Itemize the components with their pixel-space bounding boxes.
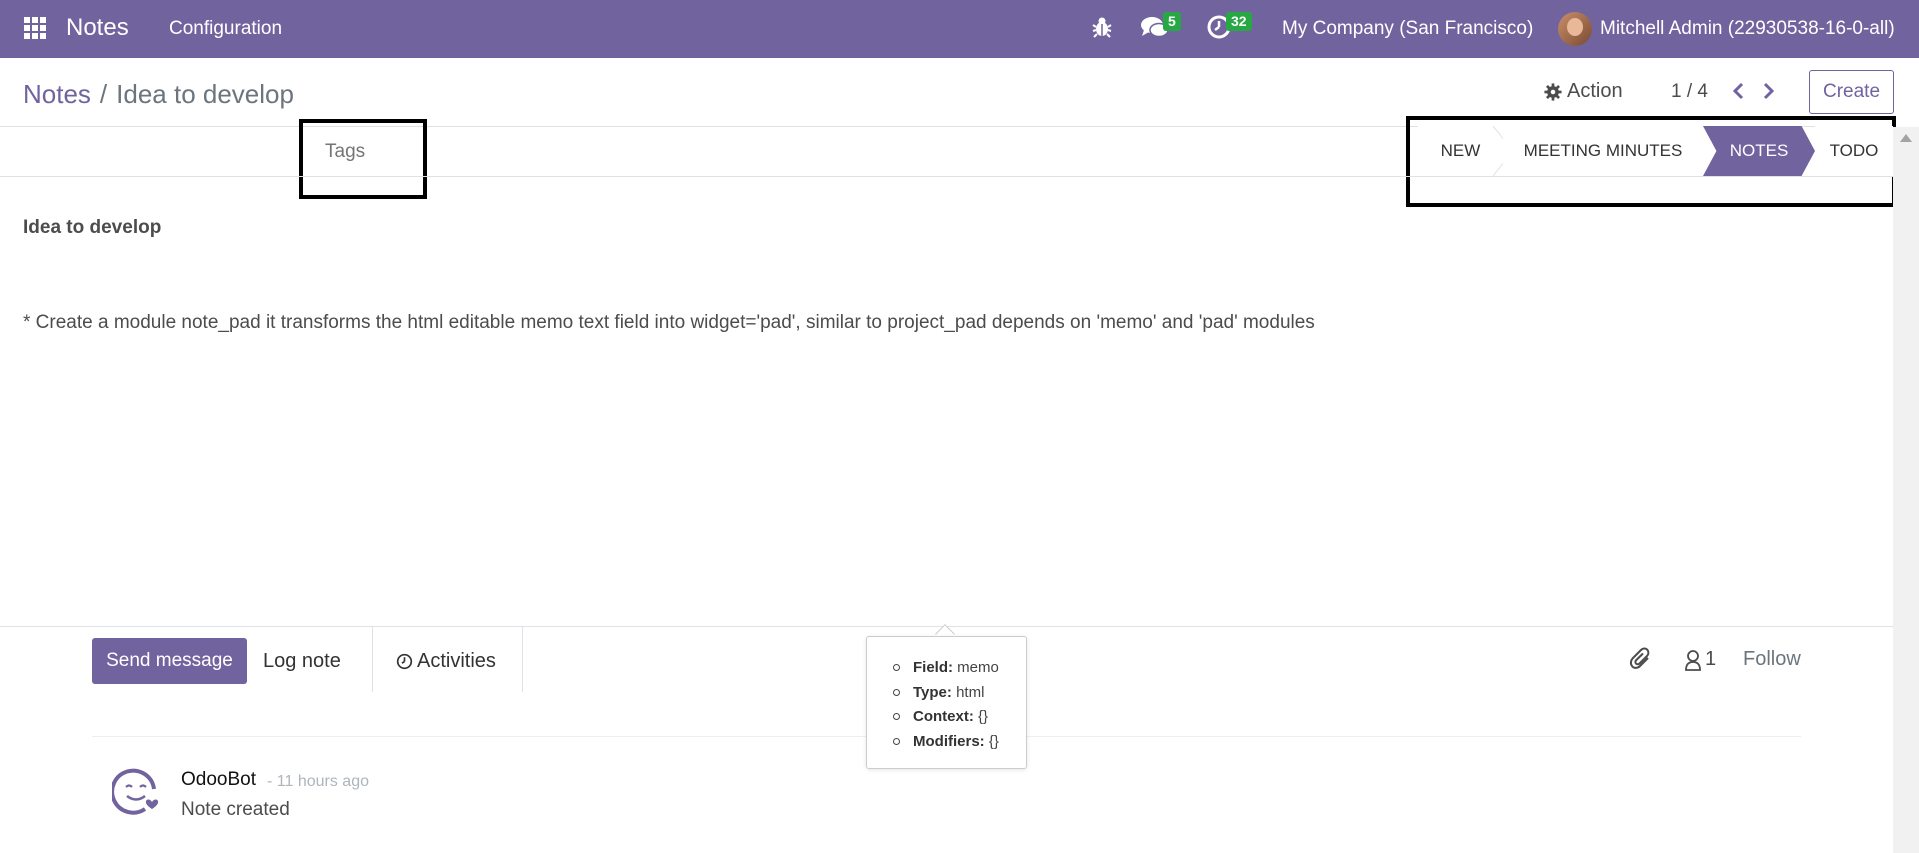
activities-button[interactable]: Activities xyxy=(396,638,496,684)
field-debug-tooltip: Field: memo Type: html Context: {} Modif… xyxy=(866,636,1027,769)
log-note-button[interactable]: Log note xyxy=(263,638,341,684)
message-date: - 11 hours ago xyxy=(267,773,369,790)
breadcrumb-separator: / xyxy=(99,79,108,109)
send-message-button[interactable]: Send message xyxy=(92,638,247,684)
stage-todo[interactable]: TODO xyxy=(1815,126,1893,176)
tooltip-field-row: Field: memo xyxy=(893,656,999,681)
activities-count-badge: 32 xyxy=(1226,12,1252,31)
tooltip-type-value: html xyxy=(956,683,985,701)
follow-button[interactable]: Follow xyxy=(1743,648,1801,671)
tooltip-type-row: Type: html xyxy=(893,681,999,706)
stage-notes-active[interactable]: NOTES xyxy=(1703,126,1815,176)
action-menu-button[interactable]: Action xyxy=(1544,80,1623,103)
tooltip-field-label: Field: xyxy=(913,659,953,676)
chatter-tab-separator xyxy=(522,627,523,692)
form-header-divider xyxy=(0,176,1893,177)
menu-configuration[interactable]: Configuration xyxy=(169,18,282,40)
stage-new-label: NEW xyxy=(1440,141,1481,160)
memo-body[interactable]: * Create a module note_pad it transforms… xyxy=(23,312,1315,334)
chevron-right-icon[interactable] xyxy=(1759,80,1779,102)
gear-icon xyxy=(1544,82,1562,101)
stage-todo-label: TODO xyxy=(1829,141,1879,160)
message-author[interactable]: OdooBot xyxy=(181,769,256,791)
scrollbar[interactable] xyxy=(1893,127,1919,853)
paperclip-icon[interactable] xyxy=(1629,647,1653,673)
tooltip-modifiers-label: Modifiers: xyxy=(913,732,985,750)
scroll-up-arrow-icon[interactable] xyxy=(1900,134,1912,142)
pager-value[interactable]: 1 / 4 xyxy=(1671,81,1708,103)
apps-menu-icon[interactable] xyxy=(24,17,46,39)
user-avatar[interactable] xyxy=(1558,12,1592,46)
stage-meeting-minutes[interactable]: MEETING MINUTES xyxy=(1503,126,1703,176)
user-icon xyxy=(1685,649,1701,671)
company-switcher[interactable]: My Company (San Francisco) xyxy=(1282,18,1533,40)
activities-label: Activities xyxy=(417,649,496,672)
followers-button[interactable]: 1 xyxy=(1684,648,1716,671)
user-menu[interactable]: Mitchell Admin (22930538-16-0-all) xyxy=(1600,18,1895,40)
chevron-left-icon[interactable] xyxy=(1728,80,1748,102)
messages-count-badge: 5 xyxy=(1163,12,1181,31)
stage-notes-label: NOTES xyxy=(1729,141,1789,160)
stage-statusbar: NEW MEETING MINUTES NOTES TODO xyxy=(1418,126,1893,176)
tooltip-context-label: Context: xyxy=(913,708,974,725)
stage-meeting-minutes-label: MEETING MINUTES xyxy=(1523,141,1683,160)
chatter-tab-separator xyxy=(372,627,373,692)
followers-count: 1 xyxy=(1705,648,1717,670)
bug-icon[interactable] xyxy=(1092,15,1112,39)
tooltip-list: Field: memo Type: html Context: {} Modif… xyxy=(893,656,999,754)
create-button[interactable]: Create xyxy=(1809,70,1894,114)
tooltip-modifiers-row: Modifiers: {} xyxy=(893,730,999,755)
message-body: Note created xyxy=(181,799,290,820)
breadcrumb-parent-link[interactable]: Notes xyxy=(23,79,91,110)
tooltip-context-value: {} xyxy=(978,708,989,725)
tooltip-modifiers-value: {} xyxy=(988,732,999,750)
tooltip-context-row: Context: {} xyxy=(893,705,999,730)
tags-input[interactable] xyxy=(325,141,415,163)
top-navbar: Notes Configuration 5 32 My Company (San… xyxy=(0,0,1919,58)
tooltip-field-value: memo xyxy=(957,659,999,676)
breadcrumb: Notes / Idea to develop xyxy=(23,79,294,110)
clock-icon xyxy=(396,653,413,669)
stage-new[interactable]: NEW xyxy=(1418,126,1513,176)
action-label: Action xyxy=(1567,80,1623,102)
app-brand[interactable]: Notes xyxy=(66,14,129,42)
tooltip-type-label: Type: xyxy=(913,683,952,701)
memo-title[interactable]: Idea to develop xyxy=(23,217,161,239)
breadcrumb-current: Idea to develop xyxy=(116,79,294,109)
odoobot-avatar xyxy=(112,768,159,815)
